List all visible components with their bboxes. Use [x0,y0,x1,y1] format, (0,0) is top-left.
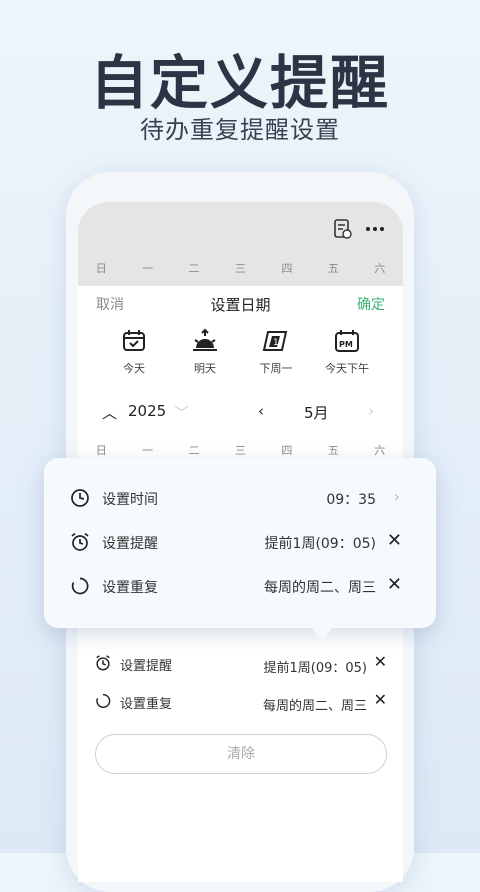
svg-text:1: 1 [273,338,279,348]
svg-text:PM: PM [339,340,353,349]
date-sheet: 取消 设置日期 确定 今天 明天 1 下周一 PM 今天下午 [78,286,403,390]
year-month-bar: ︿ 2025 ﹀ ‹ 5月 › [78,394,403,428]
calendar-check-icon [123,330,145,351]
sunrise-icon [193,328,217,351]
weekday-label: 二 [188,444,200,457]
quick-date-next-monday[interactable]: 1 下周一 [241,328,311,376]
close-icon[interactable]: ✕ [387,574,402,595]
weekday-label: 六 [374,444,386,457]
close-icon[interactable]: ✕ [387,530,402,551]
headline: 自定义提醒 [89,49,390,117]
next-month-icon[interactable]: › [368,402,374,420]
note-clock-icon[interactable] [332,218,354,240]
weekday-label: 三 [234,262,246,275]
quick-date-today[interactable]: 今天 [99,328,169,376]
popup-repeat-row[interactable]: 设置重复 每周的周二、周三 ✕ [44,572,436,602]
list-remind-value: 提前1周(09：05) [263,661,368,676]
weekday-label: 五 [327,444,339,457]
month-value: 5月 [304,404,329,422]
list-remind-row[interactable]: 设置提醒 提前1周(09：05) ✕ [78,652,403,678]
previous-month-icon[interactable]: ‹ [258,402,264,420]
clock-icon [71,489,89,507]
popup-tail [308,622,336,642]
weekday-label: 一 [142,444,154,457]
quick-date-label: 明天 [194,362,216,375]
weekday-label: 五 [327,262,339,275]
popup-time-row[interactable]: 设置时间 09：35 › [44,484,436,514]
calendar-pm-icon: PM [335,330,359,352]
sheet-title: 设置日期 [210,296,271,314]
weekday-label: 日 [95,444,107,457]
alarm-clock-icon [96,655,110,671]
list-repeat-row[interactable]: 设置重复 每周的周二、周三 ✕ [78,690,403,716]
weekday-label: 二 [188,262,200,275]
chevron-right-icon[interactable]: › [394,487,400,506]
weekday-header-calendar: 日 一 二 三 四 五 六 [78,442,403,458]
quick-date-tomorrow[interactable]: 明天 [170,328,240,376]
close-icon[interactable]: ✕ [374,690,387,709]
popup-time-label: 设置时间 [102,492,158,508]
quick-date-this-afternoon[interactable]: PM 今天下午 [312,328,382,376]
popup-remind-label: 设置提醒 [102,536,158,552]
confirm-button[interactable]: 确定 [357,294,385,314]
weekday-label: 六 [374,262,386,275]
calendar-flip-icon: 1 [262,331,288,351]
list-repeat-label: 设置重复 [120,697,173,712]
weekday-header-top: 日 一 二 三 四 五 六 [78,260,403,276]
subheadline: 待办重复提醒设置 [140,116,340,144]
popup-remind-row[interactable]: 设置提醒 提前1周(09：05) ✕ [44,528,436,558]
reminder-settings-popup: 设置时间 09：35 › 设置提醒 提前1周(09：05) ✕ 设置重复 每周的… [44,458,436,628]
weekday-label: 四 [281,262,293,275]
chevron-down-icon[interactable]: ﹀ [174,402,189,423]
list-remind-label: 设置提醒 [120,659,173,674]
clear-button[interactable]: 清除 [95,734,387,774]
repeat-icon [96,693,111,708]
weekday-label: 一 [142,262,154,275]
quick-date-label: 今天下午 [325,362,369,375]
quick-date-label: 今天 [123,362,145,375]
popup-repeat-label: 设置重复 [102,580,158,596]
popup-remind-value: 提前1周(09：05) [264,536,376,552]
repeat-icon [71,577,89,595]
weekday-label: 四 [281,444,293,457]
popup-repeat-value: 每周的周二、周三 [264,580,376,596]
sheet-header: 取消 设置日期 确定 [78,294,403,314]
more-icon[interactable] [364,218,386,240]
list-repeat-value: 每周的周二、周三 [262,699,367,714]
year-value[interactable]: 2025 [128,402,166,420]
close-icon[interactable]: ✕ [374,652,387,671]
weekday-label: 三 [234,444,246,457]
weekday-label: 日 [95,262,107,275]
alarm-clock-icon [71,532,89,551]
popup-time-value: 09：35 [326,492,376,508]
quick-date-label: 下周一 [259,362,293,375]
chevron-up-icon[interactable]: ︿ [102,402,117,423]
